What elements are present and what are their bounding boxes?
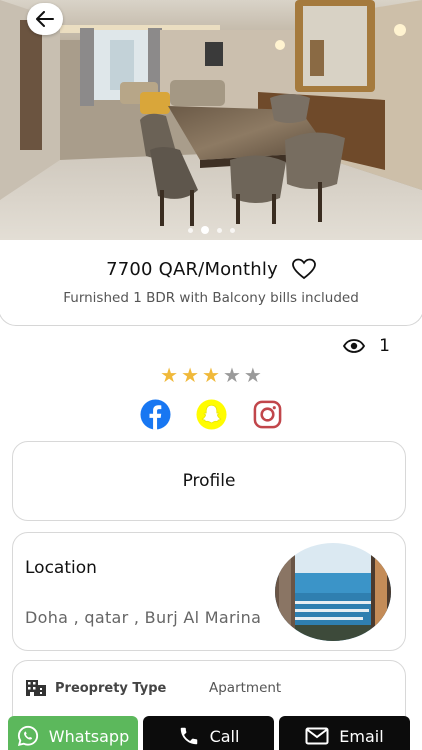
eye-icon: [343, 339, 366, 353]
heart-outline-icon[interactable]: [292, 258, 316, 280]
back-button[interactable]: [27, 3, 63, 35]
call-label: Call: [209, 726, 240, 746]
apartment-photo: [0, 0, 422, 240]
snapchat-icon[interactable]: [195, 399, 227, 430]
whatsapp-icon: [17, 725, 38, 747]
profile-button[interactable]: Profile: [12, 441, 406, 521]
arrow-left-icon: [36, 11, 54, 27]
social-links: [0, 399, 422, 430]
carousel-dot[interactable]: [216, 227, 222, 233]
call-button[interactable]: Call: [143, 716, 274, 750]
carousel-dot[interactable]: [187, 227, 193, 233]
views-number: 1: [379, 336, 390, 356]
views-count: 1: [343, 336, 390, 356]
instagram-icon[interactable]: [252, 399, 283, 430]
rating-stars: ★ ★ ★ ★ ★: [0, 364, 422, 386]
email-button[interactable]: Email: [279, 716, 410, 750]
location-card: Location Doha , qatar , Burj Al Marina: [12, 532, 406, 651]
hero-photo[interactable]: [0, 0, 422, 240]
star-filled-icon: ★: [202, 363, 220, 387]
property-type-row: Preoprety Type Apartment: [25, 679, 281, 697]
whatsapp-button[interactable]: Whatsapp: [8, 716, 138, 750]
star-empty-icon: ★: [243, 363, 262, 387]
listing-detail-screen: 7700 QAR/Monthly Furnished 1 BDR with Ba…: [0, 0, 422, 750]
whatsapp-label: Whatsapp: [48, 726, 130, 746]
star-filled-icon: ★: [160, 363, 179, 387]
location-photo[interactable]: [275, 543, 391, 641]
building-icon: [26, 680, 46, 696]
property-type-label: Preoprety Type: [55, 680, 167, 696]
star-filled-icon: ★: [181, 363, 200, 387]
facebook-icon[interactable]: [139, 399, 171, 430]
star-empty-icon: ★: [222, 363, 241, 387]
carousel-indicator[interactable]: [0, 226, 422, 234]
carousel-dot[interactable]: [229, 227, 235, 233]
listing-subtitle: Furnished 1 BDR with Balcony bills inclu…: [63, 290, 359, 306]
mail-icon: [305, 727, 329, 745]
profile-label: Profile: [182, 471, 236, 491]
phone-icon: [180, 727, 197, 745]
price-card: 7700 QAR/Monthly Furnished 1 BDR with Ba…: [0, 240, 422, 326]
marina-photo: [275, 543, 391, 641]
price-text: 7700 QAR/Monthly: [106, 258, 278, 280]
location-title: Location: [25, 558, 97, 578]
location-text: Doha , qatar , Burj Al Marina: [25, 608, 262, 627]
carousel-dot-active[interactable]: [200, 226, 209, 234]
contact-action-bar: Whatsapp Call Email: [8, 716, 412, 750]
email-label: Email: [339, 726, 384, 746]
property-type-value: Apartment: [209, 680, 282, 696]
